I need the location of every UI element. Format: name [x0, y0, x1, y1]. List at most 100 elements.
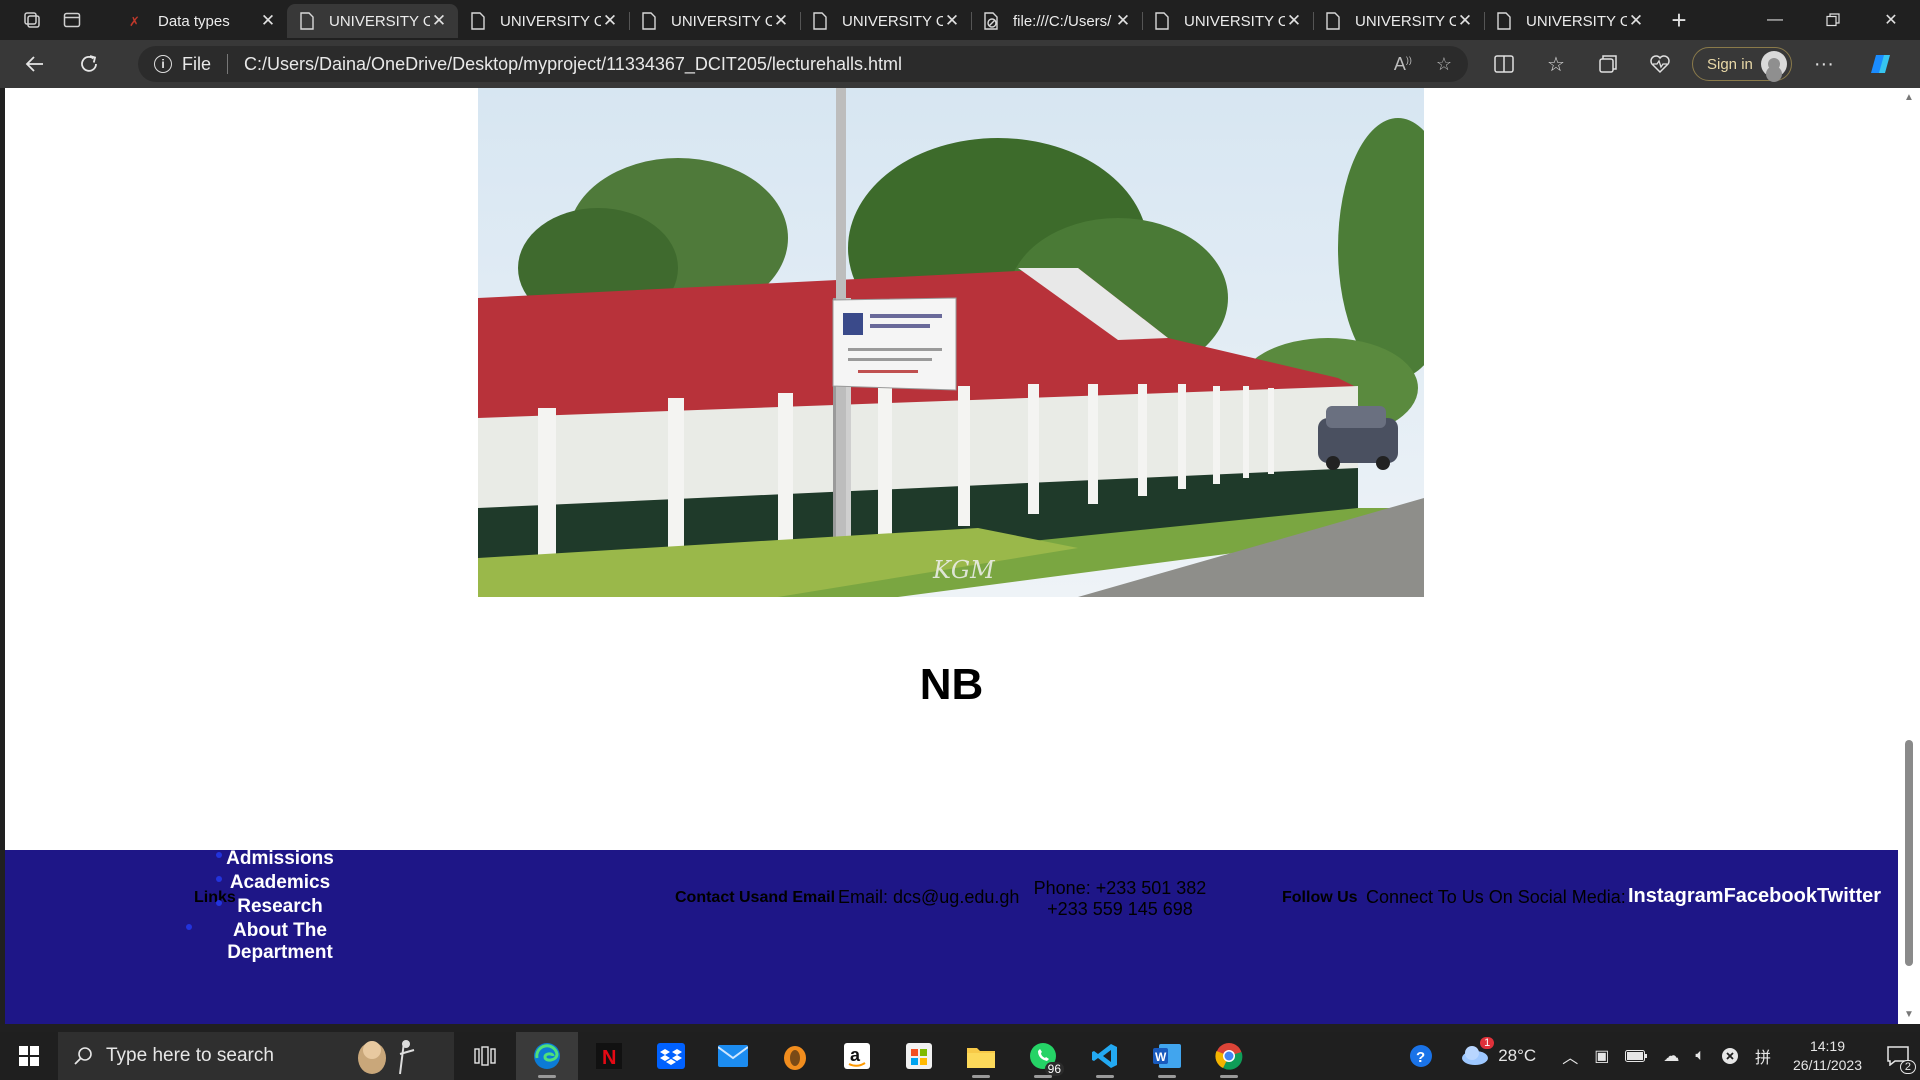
window-controls: — ✕ [1746, 0, 1920, 40]
search-placeholder: Type here to search [106, 1045, 274, 1066]
file-explorer-icon[interactable] [950, 1032, 1012, 1080]
close-icon[interactable]: ✕ [430, 11, 448, 31]
notification-count: 2 [1899, 1060, 1916, 1074]
onedrive-icon[interactable]: ☁ [1655, 1032, 1687, 1080]
search-icon [74, 1047, 92, 1065]
volume-icon[interactable]: 🔈︎ [1687, 1032, 1713, 1080]
close-icon[interactable]: ✕ [1285, 11, 1303, 31]
chrome-icon[interactable] [1198, 1032, 1260, 1080]
fl-studio-icon[interactable] [764, 1032, 826, 1080]
page-scrollbar[interactable]: ▲ ▼ [1898, 88, 1920, 1024]
scrollbar-thumb[interactable] [1905, 740, 1913, 966]
tab-data-types[interactable]: ✗ Data types ✕ [116, 4, 287, 38]
tab-university[interactable]: UNIVERSITY OF GHANA ✕ [1313, 4, 1484, 38]
weather-widget[interactable]: 1 28°C [1442, 1032, 1544, 1080]
footer-connect-text: Connect To Us On Social Media: [1366, 887, 1626, 907]
tab-university-active[interactable]: UNIVERSITY OF GHANA ✕ [287, 4, 458, 38]
close-window-icon[interactable]: ✕ [1862, 0, 1920, 40]
page-icon [470, 12, 492, 30]
split-screen-icon[interactable] [1478, 44, 1530, 84]
read-aloud-icon[interactable]: A)) [1394, 54, 1412, 75]
site-info-button[interactable]: i File [154, 54, 211, 75]
address-bar[interactable]: i File C:/Users/Daina/OneDrive/Desktop/m… [138, 46, 1468, 82]
more-menu-icon[interactable]: ··· [1798, 44, 1850, 84]
workspaces-icon[interactable] [12, 0, 52, 40]
tab-title: UNIVERSITY OF GHANA [329, 12, 430, 30]
tab-title: UNIVERSITY OF GHANA [1184, 12, 1285, 30]
page-icon [1496, 12, 1518, 30]
network-off-icon[interactable] [1713, 1032, 1747, 1080]
input-method-icon[interactable]: 拼 [1747, 1032, 1779, 1080]
link-about-department[interactable]: About The Department [180, 920, 380, 963]
dropbox-icon[interactable] [640, 1032, 702, 1080]
browser-essentials-icon[interactable] [1634, 44, 1686, 84]
word-icon[interactable]: W [1136, 1032, 1198, 1080]
windows-start-icon[interactable] [0, 1032, 58, 1080]
separator [227, 54, 229, 74]
chevron-up-icon[interactable]: ︿ [1544, 1032, 1586, 1080]
mail-icon[interactable] [702, 1032, 764, 1080]
close-icon[interactable]: ✕ [943, 11, 961, 31]
tab-title: Data types [158, 12, 230, 30]
tab-university[interactable]: UNIVERSITY OF GHANA ✕ [458, 4, 629, 38]
restore-icon[interactable] [1804, 0, 1862, 40]
tab-university[interactable]: UNIVERSITY OF GHANA ✕ [1142, 4, 1313, 38]
netflix-icon[interactable]: N [578, 1032, 640, 1080]
store-icon[interactable] [888, 1032, 950, 1080]
favorite-star-icon[interactable]: ☆ [1436, 54, 1452, 75]
notification-center-icon[interactable]: 2 [1876, 1032, 1920, 1080]
url-text[interactable]: C:/Users/Daina/OneDrive/Desktop/myprojec… [244, 54, 1370, 75]
link-research[interactable]: Research [210, 896, 350, 920]
close-icon[interactable]: ✕ [601, 11, 619, 31]
footer-phone-line1: Phone: +233 501 382 [1033, 878, 1207, 898]
edge-icon[interactable] [516, 1032, 578, 1080]
temperature: 28°C [1498, 1046, 1537, 1065]
windows-taskbar: Type here to search N a 96 W ? 1 28°C ︿ … [0, 1032, 1920, 1080]
whatsapp-icon[interactable]: 96 [1012, 1032, 1074, 1080]
svg-text:W: W [1155, 1050, 1167, 1064]
link-admissions[interactable]: Admissions [210, 848, 350, 872]
tab-university[interactable]: UNIVERSITY OF GHANA ✕ [1484, 4, 1655, 38]
copilot-icon[interactable] [1860, 44, 1900, 84]
back-icon[interactable] [12, 44, 58, 84]
page-icon [299, 12, 321, 30]
sign-in-button[interactable]: Sign in [1692, 47, 1792, 81]
close-icon[interactable]: ✕ [772, 11, 790, 31]
minimize-icon[interactable]: — [1746, 0, 1804, 40]
refresh-icon[interactable] [66, 44, 112, 84]
help-icon[interactable]: ? [1400, 1032, 1442, 1080]
close-icon[interactable]: ✕ [1627, 11, 1645, 31]
footer-social-links[interactable]: InstagramFacebookTwitter [1628, 885, 1881, 908]
collections-icon[interactable] [1582, 44, 1634, 84]
tab-actions-icon[interactable] [52, 0, 92, 40]
close-icon[interactable]: ✕ [1114, 11, 1132, 31]
file-blocked-icon [983, 12, 1005, 30]
tab-university[interactable]: UNIVERSITY OF GHANA ✕ [629, 4, 800, 38]
close-icon[interactable]: ✕ [1456, 11, 1474, 31]
amazon-icon[interactable]: a [826, 1032, 888, 1080]
tab-university[interactable]: UNIVERSITY OF GHANA ✕ [800, 4, 971, 38]
close-icon[interactable]: ✕ [259, 11, 277, 31]
scroll-up-icon[interactable]: ▲ [1904, 92, 1914, 103]
tab-file-url[interactable]: file:///C:/Users/ ✕ [971, 4, 1142, 38]
viewport-bottom-edge [0, 1024, 1920, 1032]
whatsapp-badge: 96 [1044, 1062, 1064, 1076]
footer-follow-label: Follow Us [1282, 889, 1358, 906]
battery-icon[interactable] [1617, 1032, 1655, 1080]
new-tab-button[interactable]: + [1659, 0, 1699, 40]
toolbar-actions: ☆ Sign in ··· [1478, 44, 1900, 84]
lecture-hall-photo: KGM [478, 88, 1424, 597]
tab-title: UNIVERSITY OF GHANA [500, 12, 601, 30]
svg-text:N: N [602, 1047, 616, 1069]
task-view-icon[interactable] [454, 1032, 516, 1080]
clock[interactable]: 14:19 26/11/2023 [1779, 1037, 1876, 1075]
taskbar-search[interactable]: Type here to search [58, 1032, 454, 1080]
app-favicon-icon: ✗ [128, 14, 150, 28]
scroll-down-icon[interactable]: ▼ [1904, 1009, 1914, 1020]
tab-title: UNIVERSITY OF GHANA [1526, 12, 1627, 30]
page-icon [1154, 12, 1176, 30]
vscode-icon[interactable] [1074, 1032, 1136, 1080]
meet-now-icon[interactable]: ▣ [1586, 1032, 1617, 1080]
link-academics[interactable]: Academics [210, 872, 350, 896]
favorites-icon[interactable]: ☆ [1530, 44, 1582, 84]
